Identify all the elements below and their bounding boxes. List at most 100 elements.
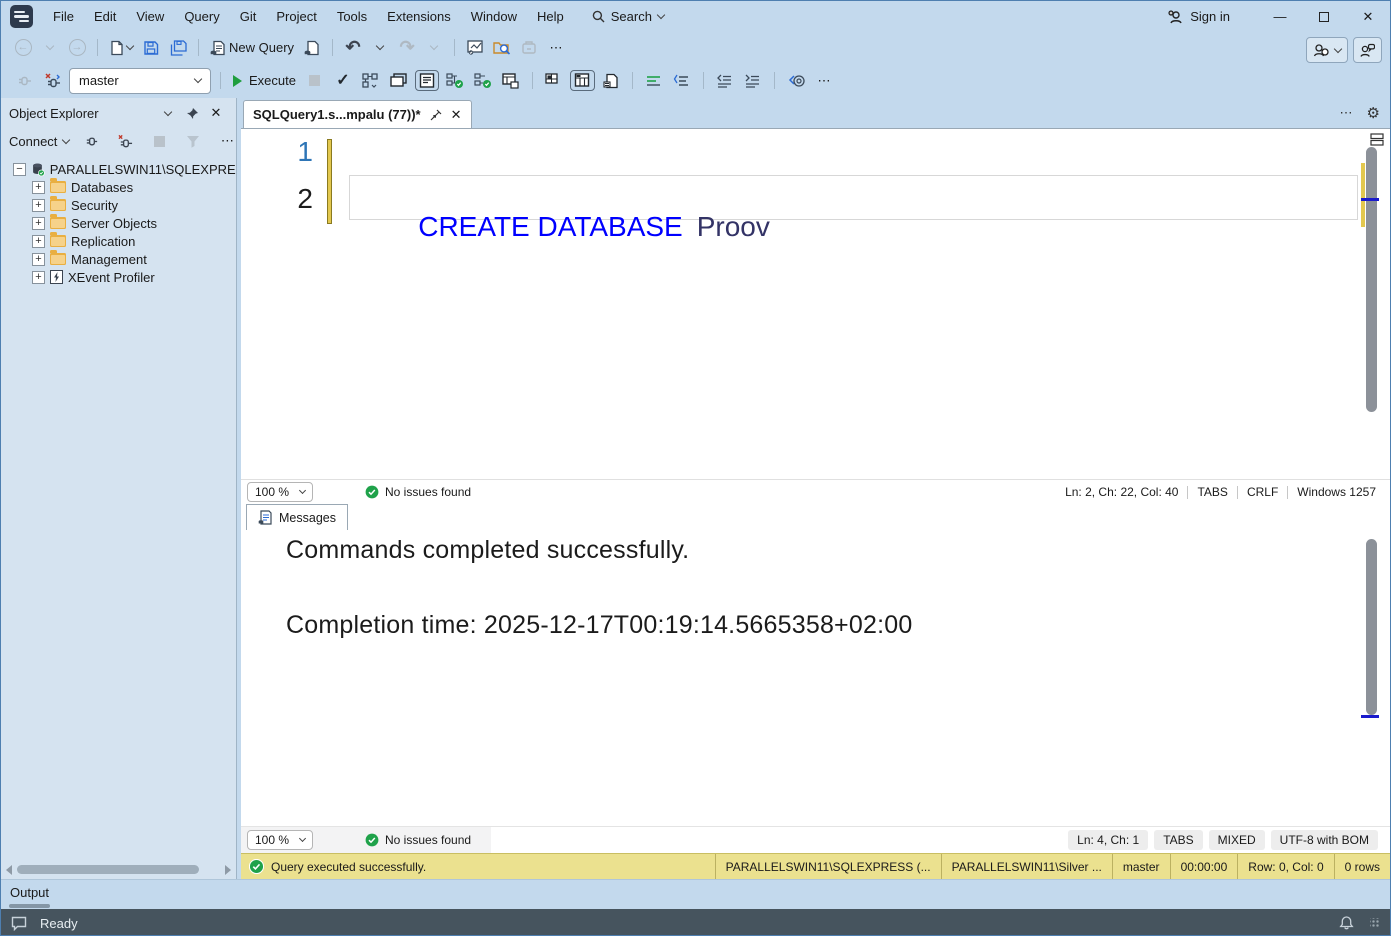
expander-icon[interactable]: + <box>32 271 45 284</box>
comment-button[interactable] <box>642 68 666 93</box>
expander-icon[interactable]: + <box>32 253 45 266</box>
toolbar-overflow-button[interactable]: ⋯ <box>544 35 568 60</box>
messages-vscrollbar[interactable] <box>1361 535 1379 823</box>
uncomment-button[interactable] <box>670 68 694 93</box>
menu-git[interactable]: Git <box>230 1 267 32</box>
expander-icon[interactable]: + <box>32 217 45 230</box>
messages-tabs-indicator[interactable]: TABS <box>1154 830 1202 850</box>
messages-issues-label[interactable]: No issues found <box>385 833 471 847</box>
object-explorer-pin-button[interactable] <box>180 101 204 126</box>
accounts-button[interactable] <box>1306 37 1348 63</box>
increase-indent-button[interactable] <box>741 68 765 93</box>
scroll-right-arrow-icon[interactable] <box>225 865 231 875</box>
navigate-back-chevron[interactable] <box>38 35 62 60</box>
template-parameters-button[interactable] <box>784 68 808 93</box>
editor-line-ending[interactable]: CRLF <box>1247 485 1278 499</box>
tree-item-server-objects[interactable]: + Server Objects <box>1 214 236 232</box>
messages-zoom-dropdown[interactable]: 100 % <box>247 830 313 850</box>
hscroll-thumb[interactable] <box>17 865 199 874</box>
tree-server-node[interactable]: − PARALLELSWIN11\SQLEXPRESS (SQ <box>1 160 236 178</box>
save-button[interactable] <box>139 35 163 60</box>
messages-pane[interactable]: Commands completed successfully. Complet… <box>241 531 1390 826</box>
new-query-button[interactable]: New Query <box>207 35 297 60</box>
close-button[interactable]: ✕ <box>1346 1 1390 32</box>
results-to-text-toggle[interactable] <box>415 70 439 91</box>
object-explorer-hscrollbar[interactable] <box>1 862 236 877</box>
editor-vscrollbar[interactable] <box>1361 131 1379 477</box>
results-to-file-button[interactable] <box>599 68 623 93</box>
search-control[interactable]: Search <box>592 9 664 24</box>
menu-file[interactable]: File <box>43 1 84 32</box>
results-grid-toggle[interactable] <box>570 70 595 91</box>
oe-filter-button[interactable] <box>181 129 205 154</box>
tree-item-management[interactable]: + Management <box>1 250 236 268</box>
tab-pin-icon[interactable] <box>430 109 442 121</box>
menu-tools[interactable]: Tools <box>327 1 377 32</box>
menu-query[interactable]: Query <box>174 1 229 32</box>
find-in-files-button[interactable] <box>490 35 514 60</box>
output-tab[interactable]: Output <box>10 885 49 900</box>
notifications-bell-icon[interactable] <box>1339 915 1354 931</box>
oe-disconnect-button[interactable] <box>113 129 137 154</box>
menu-project[interactable]: Project <box>266 1 326 32</box>
undo-button[interactable]: ↶ <box>341 35 365 60</box>
minimize-button[interactable]: — <box>1258 1 1302 32</box>
decrease-indent-button[interactable] <box>713 68 737 93</box>
query-options-button[interactable] <box>387 68 411 93</box>
new-project-button[interactable] <box>106 35 136 60</box>
activity-monitor-button[interactable] <box>463 35 487 60</box>
tab-list-overflow-button[interactable]: ⋯ <box>1340 105 1353 121</box>
cancel-query-button[interactable] <box>303 68 327 93</box>
editor-vscroll-thumb[interactable] <box>1366 147 1377 412</box>
navigate-back-button[interactable]: ← <box>11 35 35 60</box>
tab-close-icon[interactable]: ✕ <box>451 107 462 123</box>
scroll-left-arrow-icon[interactable] <box>6 865 12 875</box>
oe-stop-button[interactable] <box>147 129 171 154</box>
menu-view[interactable]: View <box>126 1 174 32</box>
parse-button[interactable]: ✓ <box>331 68 355 93</box>
tree-item-security[interactable]: + Security <box>1 196 236 214</box>
messages-vscroll-thumb[interactable] <box>1366 539 1377 715</box>
editor-issues-label[interactable]: No issues found <box>385 485 471 499</box>
code-line-2[interactable]: CREATE DATABASEProov <box>356 179 770 275</box>
oe-overflow-button[interactable]: ⋯ <box>215 129 239 154</box>
editor-zoom-dropdown[interactable]: 100 % <box>247 482 313 502</box>
tree-item-xevent-profiler[interactable]: + XEvent Profiler <box>1 268 236 286</box>
tree-item-databases[interactable]: + Databases <box>1 178 236 196</box>
menu-extensions[interactable]: Extensions <box>377 1 461 32</box>
live-query-stats-button[interactable] <box>443 68 467 93</box>
navigate-forward-button[interactable]: → <box>65 35 89 60</box>
editor-tabs-indicator[interactable]: TABS <box>1197 485 1227 499</box>
settings-gear-icon[interactable]: ⚙ <box>1367 104 1380 122</box>
sql-editor[interactable]: 1 2 CREATE DATABASEProov <box>241 128 1390 479</box>
redo-chevron[interactable] <box>422 35 446 60</box>
undo-chevron[interactable] <box>368 35 392 60</box>
execute-button[interactable]: Execute <box>230 68 299 93</box>
change-connection-button[interactable] <box>41 68 65 93</box>
results-pane-button[interactable] <box>499 68 523 93</box>
feedback-button[interactable] <box>1353 37 1382 63</box>
feedback-bubble-icon[interactable] <box>11 916 28 931</box>
editor-encoding[interactable]: Windows 1257 <box>1297 485 1376 499</box>
query-toolbar-overflow-button[interactable]: ⋯ <box>812 68 836 93</box>
connect-button[interactable] <box>13 68 37 93</box>
expander-icon[interactable]: + <box>32 199 45 212</box>
messages-encoding[interactable]: UTF-8 with BOM <box>1271 830 1378 850</box>
query-tab[interactable]: SQLQuery1.s...mpalu (77))* ✕ <box>243 100 472 128</box>
server-expander-icon[interactable]: − <box>13 163 26 176</box>
menu-edit[interactable]: Edit <box>84 1 126 32</box>
object-explorer-close-button[interactable]: ✕ <box>204 101 228 126</box>
save-all-button[interactable] <box>166 35 190 60</box>
resize-grip[interactable] <box>1370 918 1380 928</box>
menu-window[interactable]: Window <box>461 1 527 32</box>
expander-icon[interactable]: + <box>32 181 45 194</box>
sign-in-button[interactable]: Sign in <box>1168 9 1230 24</box>
messages-caret-position[interactable]: Ln: 4, Ch: 1 <box>1068 830 1148 850</box>
tree-item-replication[interactable]: + Replication <box>1 232 236 250</box>
estimated-plan-button[interactable] <box>359 68 383 93</box>
open-query-button[interactable] <box>300 35 324 60</box>
messages-tab[interactable]: Messages <box>246 504 348 530</box>
connect-dropdown[interactable]: Connect <box>9 134 69 149</box>
actual-plan-button[interactable] <box>471 68 495 93</box>
object-explorer-menu-chevron[interactable] <box>156 101 180 126</box>
